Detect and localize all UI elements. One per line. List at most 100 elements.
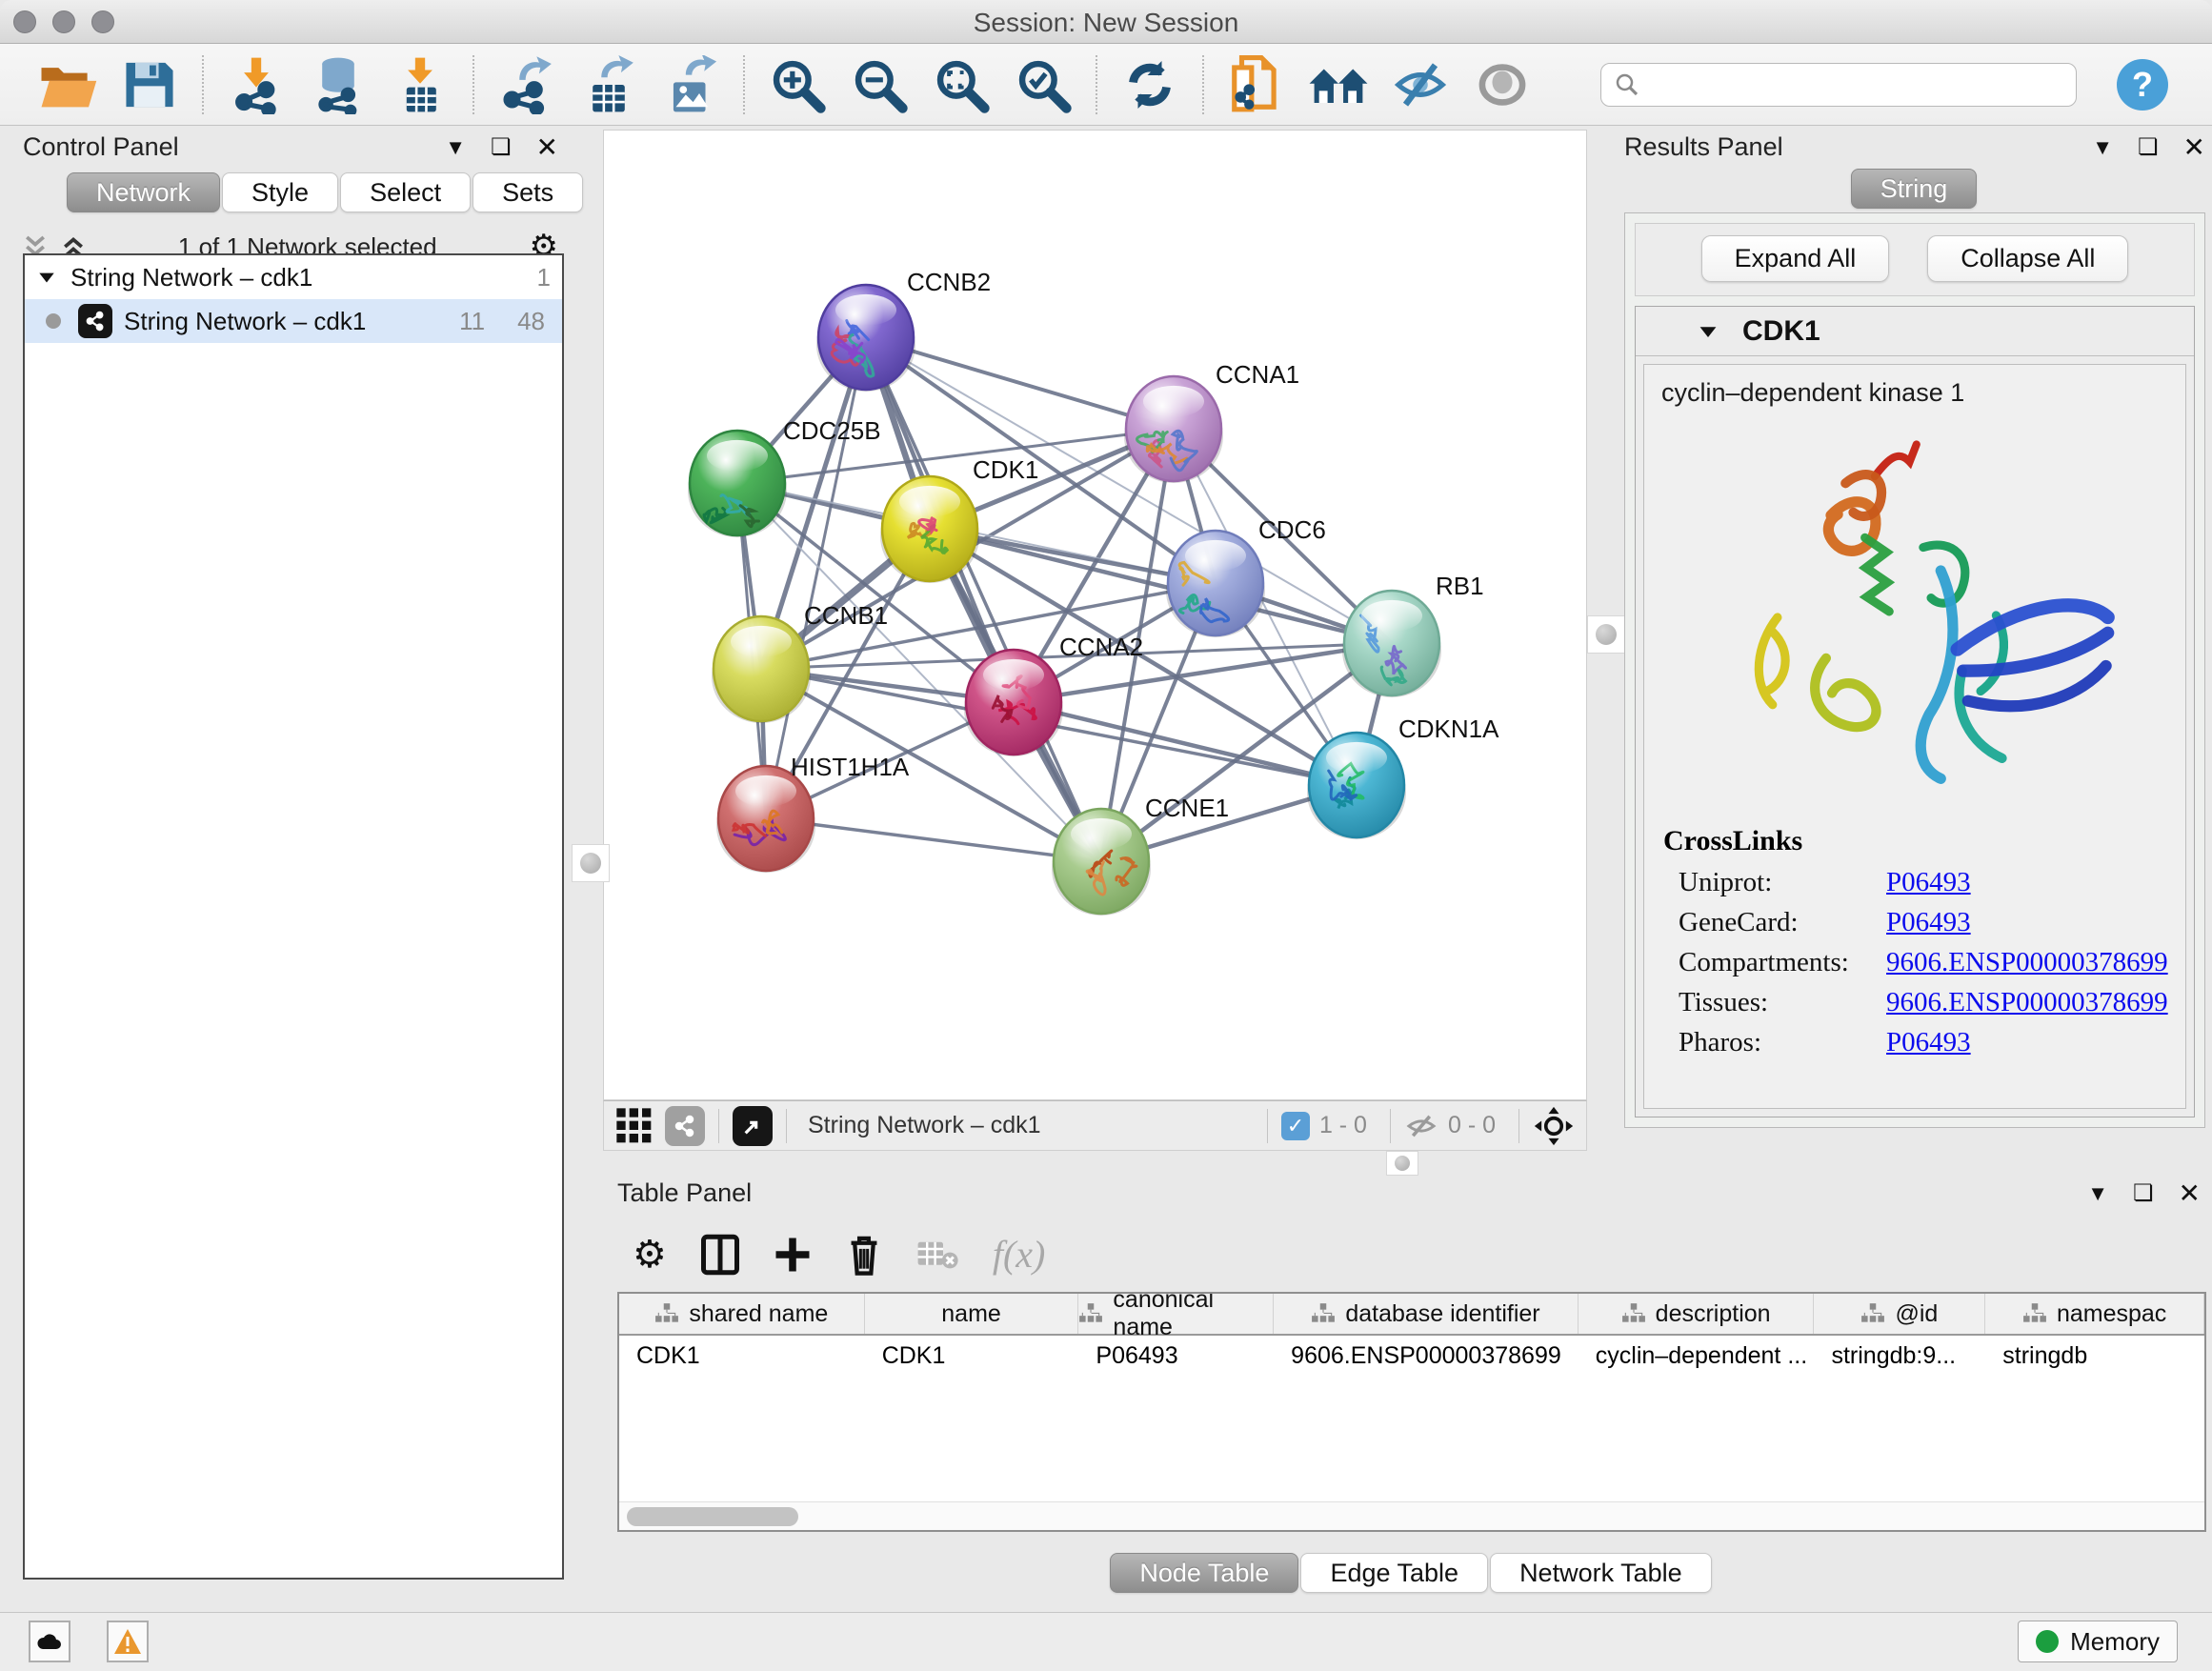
tab-network-table[interactable]: Network Table [1490, 1553, 1712, 1593]
import-network-icon[interactable] [222, 54, 291, 115]
import-database-icon[interactable] [304, 54, 372, 115]
float-panel-icon[interactable]: ▼ [2087, 1181, 2108, 1206]
column-header-canonical-name[interactable]: canonical name [1078, 1294, 1274, 1334]
tab-edge-table[interactable]: Edge Table [1300, 1553, 1488, 1593]
close-panel-icon[interactable]: ✕ [2179, 1178, 2201, 1209]
tab-network[interactable]: Network [67, 172, 220, 212]
network-node-CCNA1[interactable]: CCNA1 [1124, 360, 1299, 483]
network-node-HIST1H1A[interactable]: HIST1H1A [716, 753, 910, 873]
table-cell[interactable]: stringdb:9... [1814, 1336, 1985, 1376]
scrollbar-thumb[interactable] [627, 1507, 798, 1526]
network-edge[interactable] [1014, 702, 1357, 785]
string-document-icon[interactable] [1222, 54, 1291, 115]
warning-icon [113, 1628, 142, 1655]
table-cell[interactable]: P06493 [1078, 1336, 1274, 1376]
crosslink-row: Pharos:P06493 [1679, 1027, 2168, 1058]
add-column-icon[interactable] [774, 1236, 812, 1274]
maximize-panel-icon[interactable]: ❏ [491, 133, 512, 161]
table-horizontal-scrollbar[interactable] [619, 1501, 2204, 1530]
float-panel-icon[interactable]: ▼ [2092, 135, 2113, 160]
tab-select[interactable]: Select [340, 172, 471, 212]
table-cell[interactable]: CDK1 [865, 1336, 1079, 1376]
import-table-icon[interactable] [386, 54, 454, 115]
network-list: String Network – cdk1 1 String Network –… [23, 253, 564, 1580]
shared-column-icon [2022, 1302, 2047, 1325]
open-session-icon[interactable] [33, 54, 102, 115]
eye-icon[interactable] [1468, 54, 1537, 115]
column-header-database-identifier[interactable]: database identifier [1274, 1294, 1579, 1334]
column-header-@id[interactable]: @id [1814, 1294, 1985, 1334]
table-cell[interactable]: 9606.ENSP00000378699 [1274, 1336, 1579, 1376]
table-settings-gear-icon[interactable]: ⚙ [633, 1233, 667, 1277]
table-cell[interactable]: stringdb [1985, 1336, 2204, 1376]
tab-sets[interactable]: Sets [473, 172, 583, 212]
float-panel-icon[interactable]: ▼ [445, 135, 466, 160]
maximize-panel-icon[interactable]: ❏ [2138, 133, 2159, 161]
zoom-in-icon[interactable] [763, 54, 832, 115]
crosslink-link[interactable]: P06493 [1886, 867, 1971, 898]
function-builder-icon[interactable]: f(x) [993, 1232, 1046, 1277]
delete-table-icon[interactable] [916, 1238, 958, 1272]
right-splitter-handle[interactable] [1587, 615, 1625, 654]
network-edge[interactable] [766, 337, 866, 818]
crosslink-link[interactable]: P06493 [1886, 1027, 1971, 1058]
expand-all-button[interactable]: Expand All [1701, 235, 1890, 282]
share-view-icon[interactable] [665, 1106, 705, 1146]
grid-view-icon[interactable] [615, 1107, 654, 1145]
search-input[interactable] [1600, 63, 2077, 107]
column-header-description[interactable]: description [1579, 1294, 1815, 1334]
crosslink-link[interactable]: 9606.ENSP00000378699 [1886, 987, 2168, 1018]
column-header-namespac[interactable]: namespac [1985, 1294, 2204, 1334]
selected-checkbox-icon[interactable]: ✓ [1281, 1112, 1310, 1140]
left-splitter-handle[interactable] [572, 844, 610, 882]
tab-node-table[interactable]: Node Table [1110, 1553, 1298, 1593]
tree-expand-icon[interactable] [36, 267, 57, 288]
help-icon[interactable]: ? [2117, 59, 2168, 111]
zoom-fit-icon[interactable] [927, 54, 995, 115]
close-panel-icon[interactable]: ✕ [536, 131, 558, 163]
tab-string[interactable]: String [1851, 169, 1978, 209]
column-header-shared-name[interactable]: shared name [619, 1294, 865, 1334]
memory-button[interactable]: Memory [2018, 1621, 2178, 1662]
table-row[interactable]: CDK1CDK1P064939606.ENSP00000378699cyclin… [619, 1336, 2204, 1376]
network-node-RB1[interactable]: RB1 [1342, 572, 1484, 697]
network-node-CDKN1A[interactable]: CDKN1A [1307, 715, 1499, 839]
bottom-splitter-handle[interactable] [1386, 1151, 1418, 1176]
network-row-selected[interactable]: String Network – cdk1 11 48 [25, 299, 562, 343]
cloud-button[interactable] [29, 1621, 70, 1662]
houses-icon[interactable] [1304, 54, 1373, 115]
table-cell[interactable]: cyclin–dependent ... [1579, 1336, 1815, 1376]
export-network-icon[interactable] [493, 54, 561, 115]
network-canvas[interactable]: CCNB2CCNA1CDC25BCDK1CDC6RB1CCNB1CCNA2CDK… [603, 130, 1587, 1100]
fit-content-icon[interactable] [1533, 1105, 1575, 1147]
tab-style[interactable]: Style [222, 172, 338, 212]
show-columns-icon[interactable] [701, 1234, 739, 1276]
network-edge[interactable] [766, 818, 1101, 861]
titlebar: Session: New Session [0, 0, 2212, 44]
crosslink-link[interactable]: 9606.ENSP00000378699 [1886, 947, 2168, 978]
collapse-gene-icon[interactable] [1697, 320, 1719, 343]
network-node-CCNB2[interactable]: CCNB2 [816, 268, 991, 392]
zoom-selected-icon[interactable] [1009, 54, 1077, 115]
save-session-icon[interactable] [115, 54, 184, 115]
column-header-name[interactable]: name [865, 1294, 1079, 1334]
collapse-all-button[interactable]: Collapse All [1927, 235, 2128, 282]
close-panel-icon[interactable]: ✕ [2183, 131, 2205, 163]
table-cell[interactable]: CDK1 [619, 1336, 865, 1376]
export-table-icon[interactable] [574, 54, 643, 115]
node-table[interactable]: shared namenamecanonical namedatabase id… [617, 1292, 2206, 1532]
export-image-icon[interactable] [656, 54, 725, 115]
network-edge[interactable] [866, 337, 1101, 861]
maximize-panel-icon[interactable]: ❏ [2133, 1179, 2154, 1207]
warnings-button[interactable] [107, 1621, 149, 1662]
delete-column-icon[interactable] [846, 1234, 882, 1276]
shared-column-icon [1311, 1302, 1336, 1325]
zoom-out-icon[interactable] [845, 54, 914, 115]
open-in-window-icon[interactable] [733, 1106, 773, 1146]
crosslink-link[interactable]: P06493 [1886, 907, 1971, 938]
network-node-CCNB1[interactable]: CCNB1 [712, 601, 888, 723]
gene-result-card: CDK1 cyclin–dependent kinase 1 CrossLink… [1635, 306, 2195, 1117]
eye-slash-icon[interactable] [1386, 54, 1455, 115]
network-collection-row[interactable]: String Network – cdk1 1 [25, 255, 562, 299]
refresh-icon[interactable] [1116, 54, 1184, 115]
